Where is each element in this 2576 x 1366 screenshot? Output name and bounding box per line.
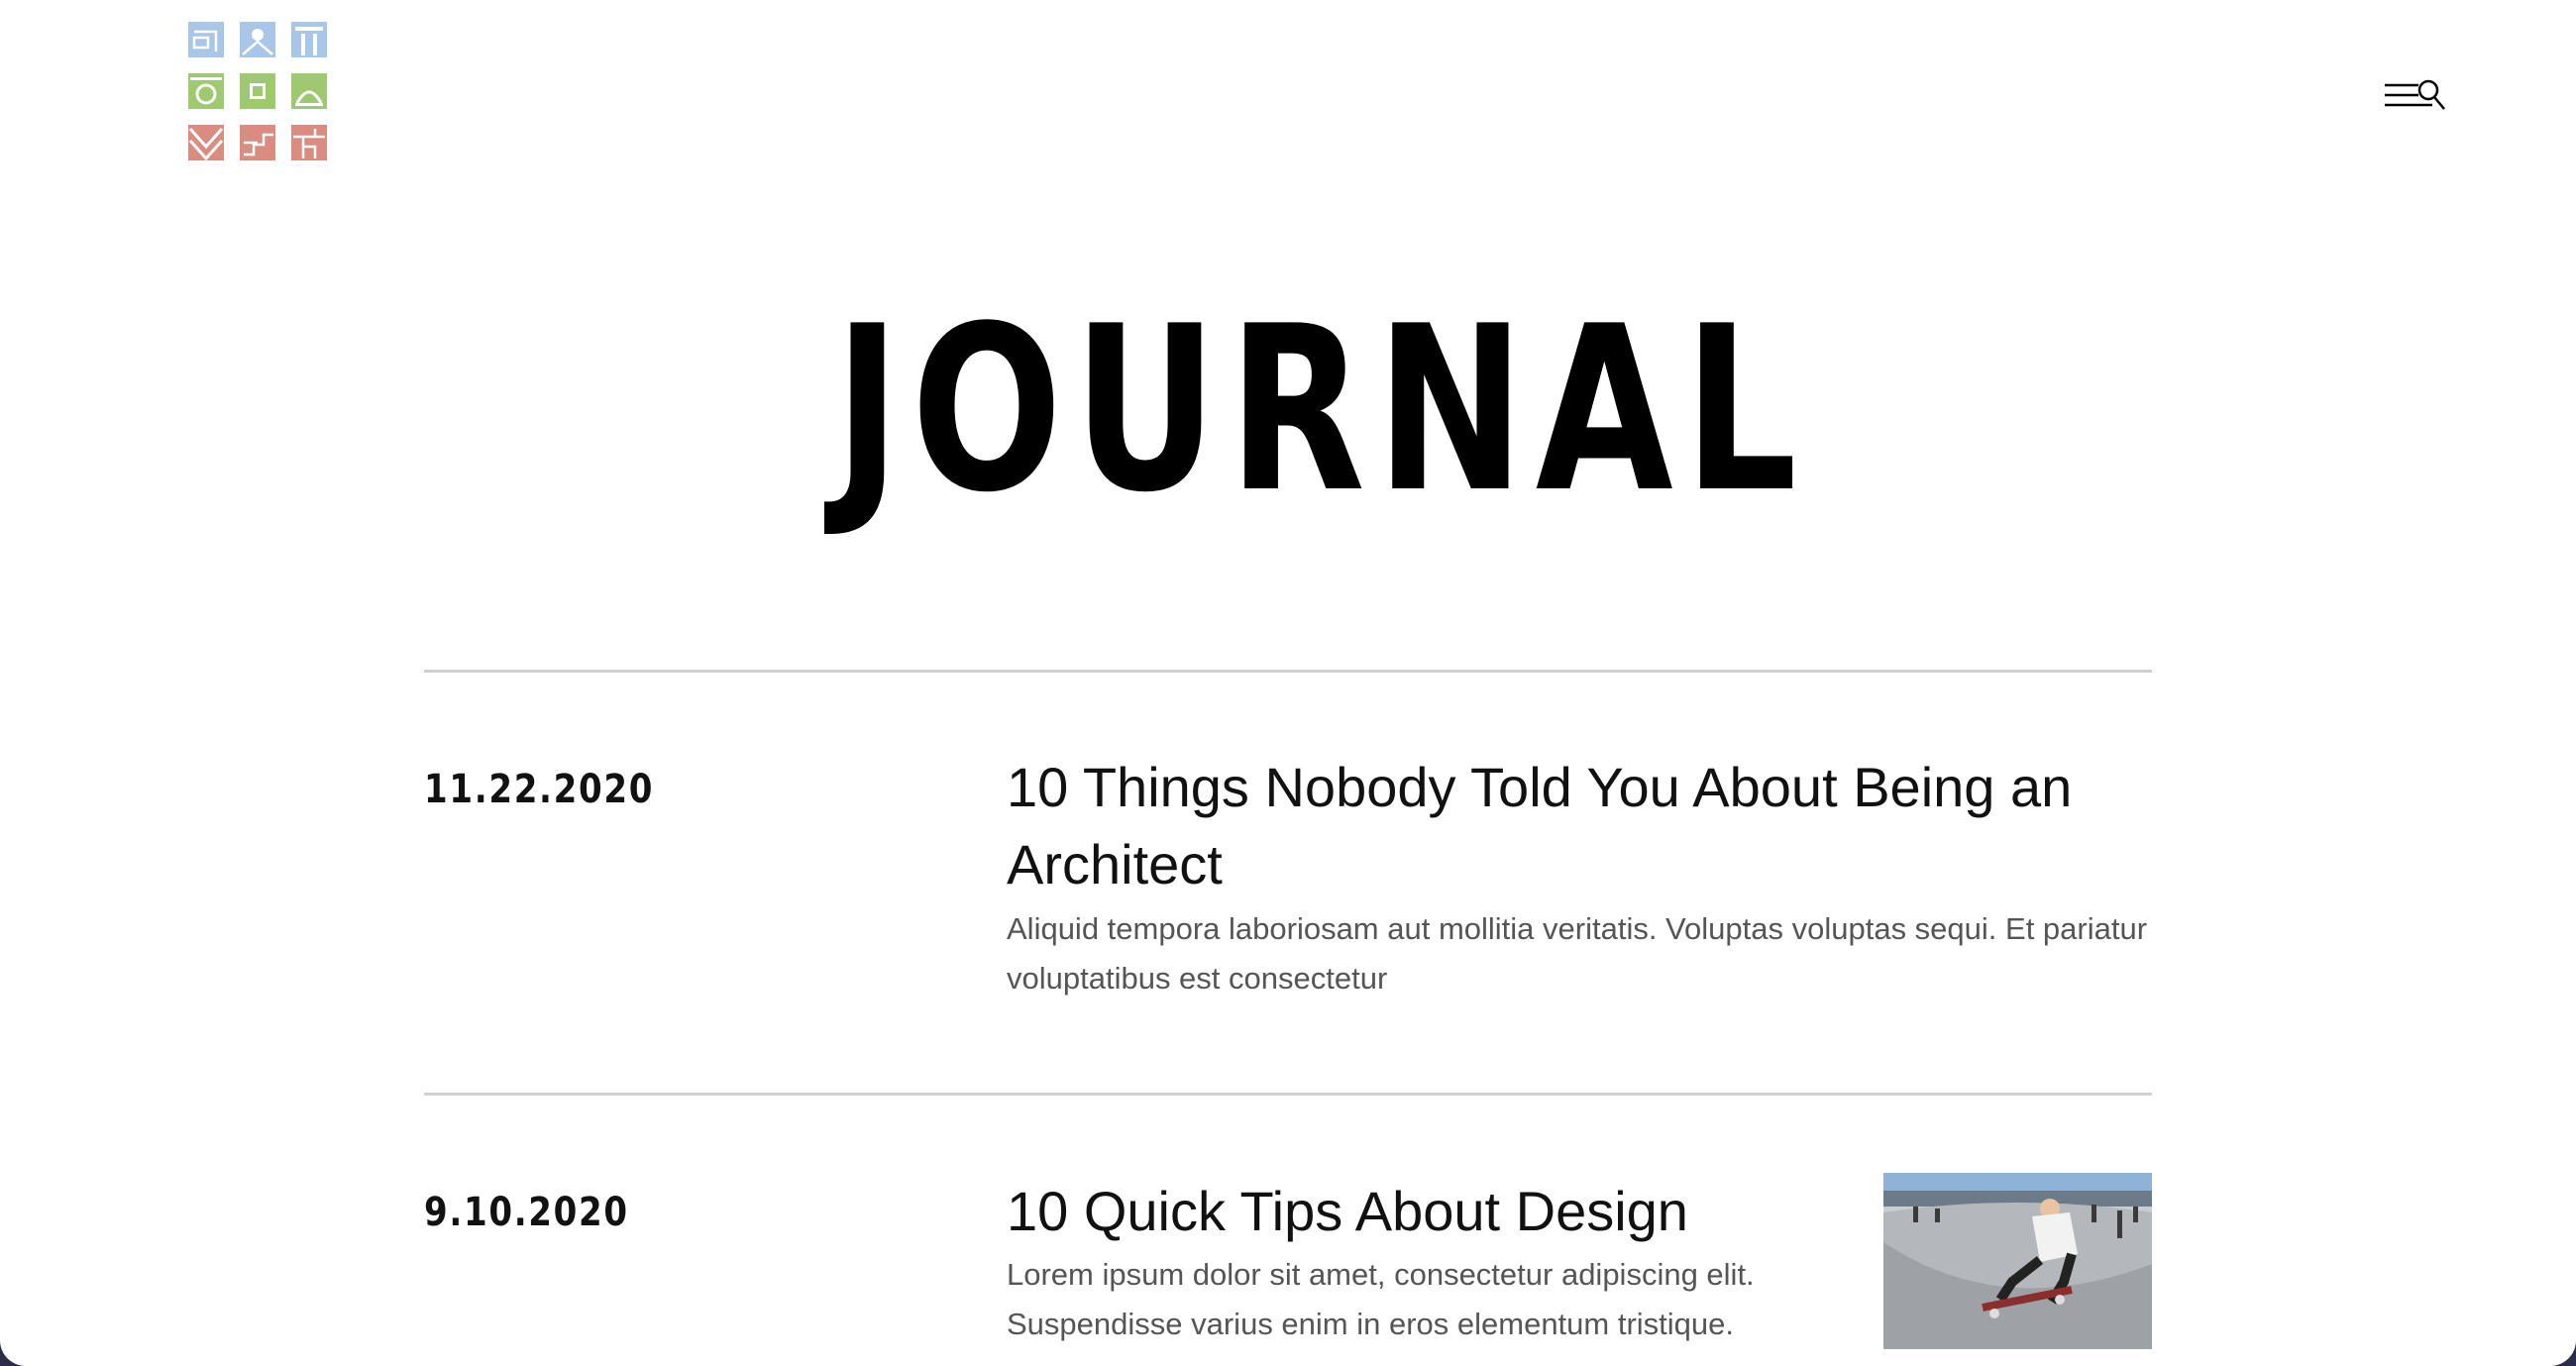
menu-search-button[interactable] (2383, 77, 2448, 113)
post-thumbnail[interactable] (1883, 1173, 2152, 1349)
circle-tile-icon (188, 73, 224, 109)
post-excerpt-line: Lorem ipsum dolor sit amet, consectetur … (1007, 1257, 1755, 1292)
divider (424, 670, 2152, 673)
post-date: 9.10.2020 (424, 1190, 629, 1235)
post-excerpt-line: Aliquid tempora laboriosam aut mollitia … (1007, 911, 2148, 946)
site-logo[interactable] (188, 22, 327, 160)
post-excerpt-line: Suspendisse varius enim in eros elementu… (1007, 1307, 1735, 1341)
chevron-tile-icon (188, 125, 224, 160)
divider (424, 1093, 2152, 1096)
stair-tile-icon (240, 125, 275, 160)
square-tile-icon (240, 73, 275, 109)
page: JOURNAL 11.22.2020 10 Things Nobody Told… (0, 0, 2576, 1366)
post-title-line[interactable]: 10 Quick Tips About Design (1007, 1173, 1688, 1250)
dome-tile-icon (291, 73, 327, 109)
post-excerpt-line: voluptatibus est consectetur (1007, 961, 1388, 996)
page-title: JOURNAL (834, 278, 1808, 543)
arch-tile-icon (240, 22, 275, 57)
column-tile-icon (291, 22, 327, 57)
block-tile-icon (291, 125, 327, 160)
post-date: 11.22.2020 (424, 767, 655, 812)
post-title-line[interactable]: Architect (1007, 826, 1223, 903)
skateboarder-photo (1883, 1173, 2152, 1349)
menu-search-icon (2385, 79, 2445, 110)
post-title-line[interactable]: 10 Things Nobody Told You About Being an (1007, 749, 2072, 826)
frame-tile-icon (188, 22, 224, 57)
